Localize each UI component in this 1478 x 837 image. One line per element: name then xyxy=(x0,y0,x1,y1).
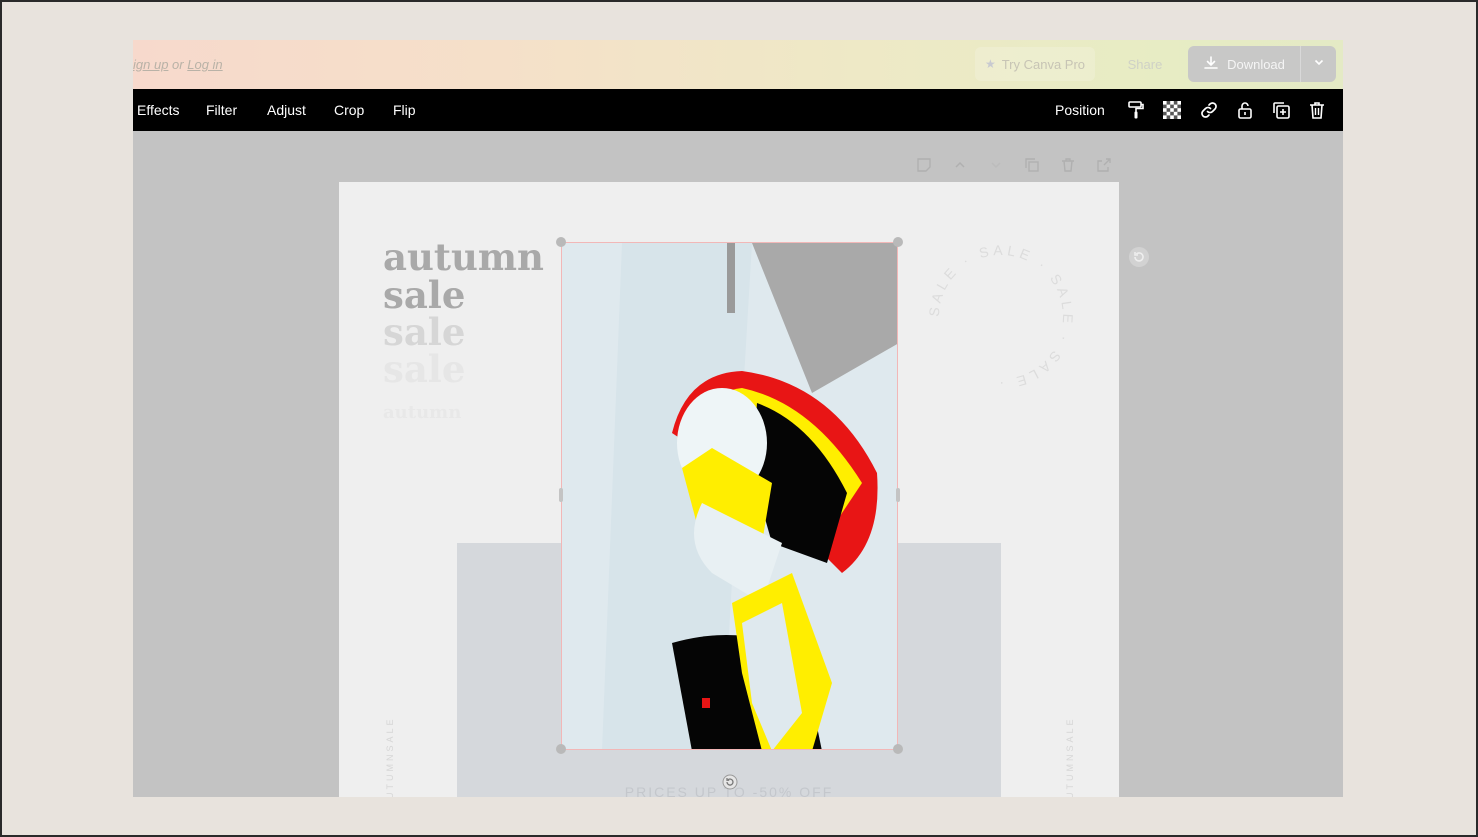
title-line-4[interactable]: sale xyxy=(383,350,465,388)
top-header: ign up or Log in ★ Try Canva Pro Share D… xyxy=(133,40,1343,89)
sale-circle-text[interactable]: SALE · SALE · SALE · SALE · xyxy=(921,237,1081,397)
chevron-down-icon xyxy=(1313,55,1325,73)
resize-handle-bottom-left[interactable] xyxy=(556,744,566,754)
note-icon[interactable] xyxy=(913,155,935,175)
chevron-down-icon[interactable] xyxy=(985,155,1007,175)
lock-icon[interactable] xyxy=(1234,99,1256,121)
try-pro-label: Try Canva Pro xyxy=(1001,56,1086,72)
download-label: Download xyxy=(1227,56,1285,72)
crop-button[interactable]: Crop xyxy=(334,89,364,131)
duplicate-icon[interactable] xyxy=(1270,99,1292,121)
login-link[interactable]: Log in xyxy=(187,57,222,72)
resize-handle-top-left[interactable] xyxy=(556,237,566,247)
star-icon: ★ xyxy=(984,57,996,71)
download-button[interactable]: Download xyxy=(1188,46,1300,82)
flip-button[interactable]: Flip xyxy=(393,89,416,131)
circle-text-path: SALE · SALE · SALE · SALE · xyxy=(926,242,1073,392)
title-line-2[interactable]: sale xyxy=(383,276,465,314)
title-line-3[interactable]: sale xyxy=(383,313,465,351)
photo-image xyxy=(562,243,897,749)
signup-link[interactable]: ign up xyxy=(133,57,168,72)
add-page-icon[interactable] xyxy=(1093,155,1115,175)
rotate-handle[interactable] xyxy=(722,774,738,790)
paint-roller-icon[interactable] xyxy=(1125,99,1147,121)
page-actions xyxy=(913,155,1115,175)
download-group: Download xyxy=(1188,46,1336,82)
resize-handle-right[interactable] xyxy=(896,488,900,502)
title-line-1[interactable]: autumn xyxy=(383,238,544,276)
copy-page-icon[interactable] xyxy=(1021,155,1043,175)
resize-handle-top-right[interactable] xyxy=(893,237,903,247)
download-icon xyxy=(1203,55,1219,74)
filter-button[interactable]: Filter xyxy=(206,89,237,131)
try-canva-pro-button[interactable]: ★ Try Canva Pro xyxy=(975,47,1095,81)
trash-icon[interactable] xyxy=(1306,99,1328,121)
effects-button[interactable]: Effects xyxy=(137,89,180,131)
or-text: or xyxy=(172,57,184,72)
adjust-button[interactable]: Adjust xyxy=(267,89,306,131)
transparency-icon[interactable] xyxy=(1161,99,1183,121)
image-toolbar: Effects Filter Adjust Crop Flip Position xyxy=(133,89,1343,131)
title-line-5[interactable]: autumn xyxy=(383,394,461,432)
resize-handle-bottom-right[interactable] xyxy=(893,744,903,754)
chevron-up-icon[interactable] xyxy=(949,155,971,175)
refresh-icon[interactable] xyxy=(1128,246,1150,268)
share-button[interactable]: Share xyxy=(1110,47,1180,81)
svg-text:SALE · SALE · SALE · SALE ·: SALE · SALE · SALE · SALE · xyxy=(926,242,1077,392)
resize-handle-left[interactable] xyxy=(559,488,563,502)
auth-links: ign up or Log in xyxy=(133,57,223,72)
position-button[interactable]: Position xyxy=(1055,89,1105,131)
share-label: Share xyxy=(1127,56,1163,72)
link-icon[interactable] xyxy=(1198,99,1220,121)
editor-window: ign up or Log in ★ Try Canva Pro Share D… xyxy=(133,40,1343,797)
selected-photo[interactable] xyxy=(561,242,898,750)
download-options-button[interactable] xyxy=(1301,46,1336,82)
delete-page-icon[interactable] xyxy=(1057,155,1079,175)
